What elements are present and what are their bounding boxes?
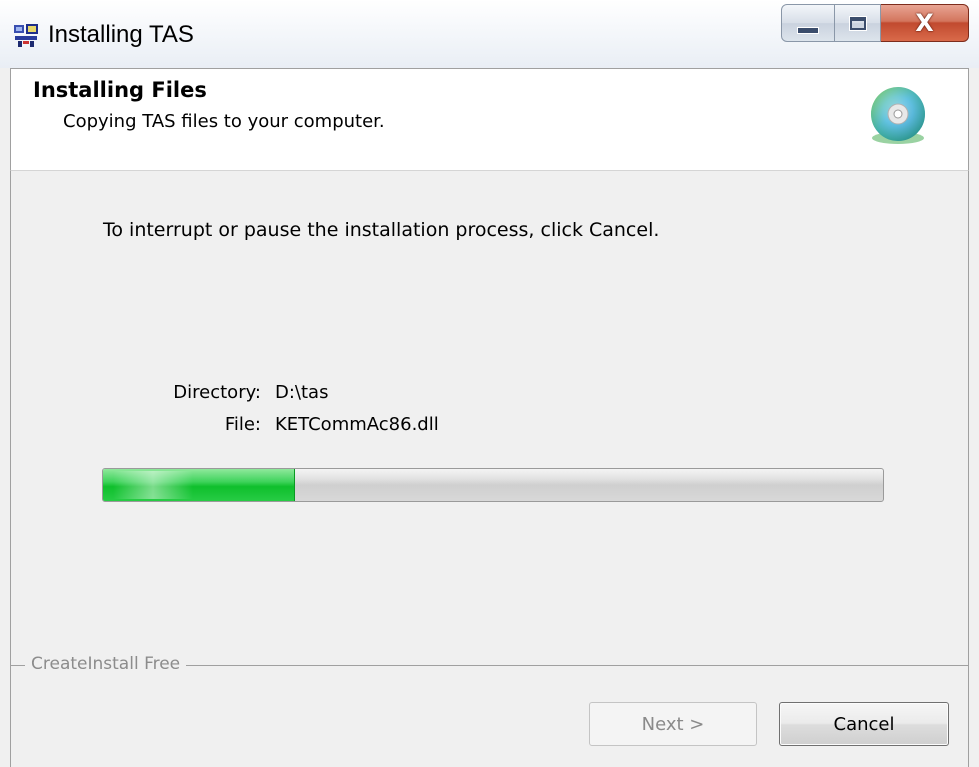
maximize-icon [848, 15, 867, 31]
file-label: File: [224, 414, 261, 435]
minimize-button[interactable] [781, 4, 835, 42]
cd-disc-icon [871, 87, 925, 144]
directory-value: D:\tas [275, 382, 329, 403]
instruction-text: To interrupt or pause the installation p… [103, 219, 660, 241]
window-title: Installing TAS [48, 21, 194, 48]
page-subtitle: Copying TAS files to your computer. [63, 111, 385, 132]
header-panel: Installing Files Copying TAS files to yo… [10, 68, 969, 171]
minimize-icon [797, 26, 819, 34]
progress-shine [113, 471, 193, 499]
caption-buttons: X [781, 4, 969, 44]
close-icon: X [915, 9, 934, 37]
group-label: CreateInstall Free [25, 654, 187, 674]
title-bar[interactable]: Installing TAS X [0, 0, 979, 68]
progress-fill [103, 469, 296, 501]
body-area: To interrupt or pause the installation p… [10, 171, 969, 767]
progress-bar [102, 468, 884, 502]
installer-app-icon [14, 24, 38, 47]
close-button[interactable]: X [881, 4, 969, 42]
installer-window: Installing TAS X Installing Files Copyin… [0, 0, 979, 767]
maximize-button[interactable] [835, 4, 881, 42]
directory-label: Directory: [173, 382, 261, 403]
page-title: Installing Files [33, 78, 207, 102]
next-button[interactable]: Next > [589, 702, 757, 746]
file-value: KETCommAc86.dll [275, 414, 439, 435]
cancel-button[interactable]: Cancel [779, 702, 949, 746]
